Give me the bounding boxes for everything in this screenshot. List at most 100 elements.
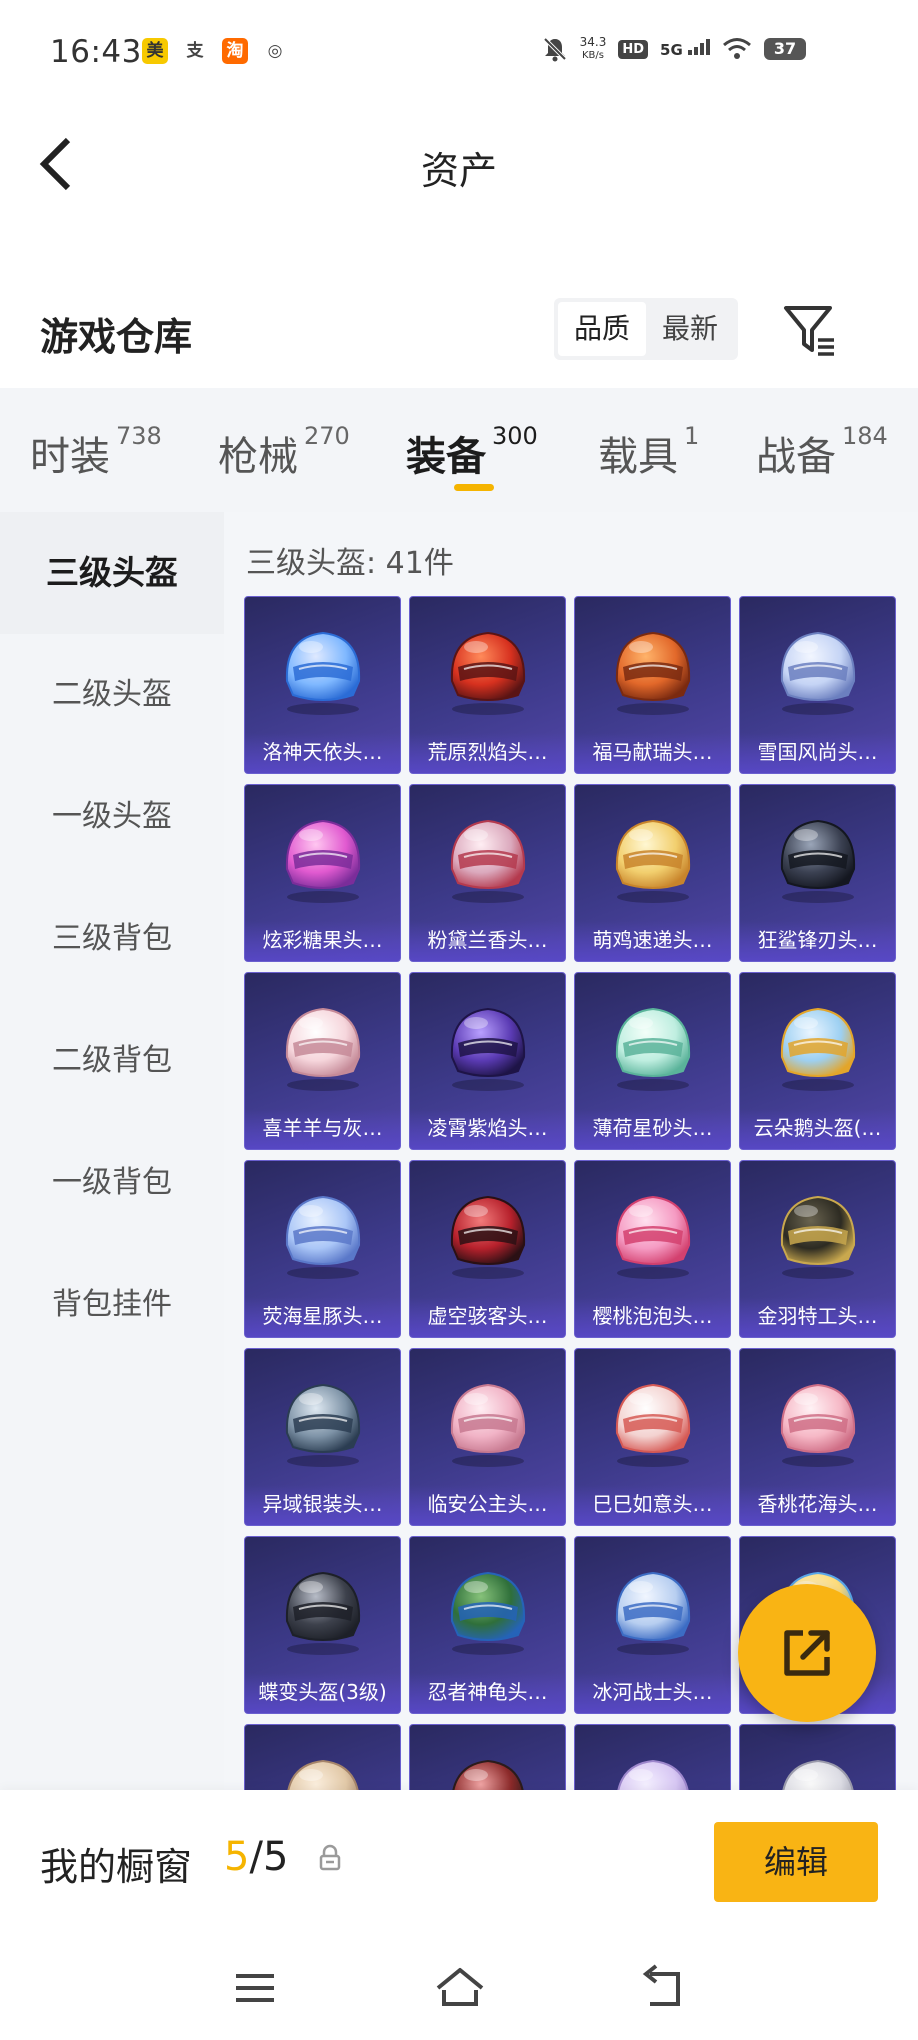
item-name: 凌霄紫焰头… [427, 1116, 548, 1140]
item-name: 粉黛兰香头… [427, 928, 548, 952]
tab-label: 装备 [406, 434, 486, 480]
item-card[interactable]: 粉黛兰香头… [409, 784, 566, 962]
item-card[interactable] [409, 1724, 566, 1790]
showcase-total: 5 [262, 1834, 289, 1880]
item-card[interactable]: 香桃花海头… [739, 1348, 896, 1526]
wifi-icon [723, 38, 751, 59]
helmet-icon [617, 1759, 689, 1790]
helmet-icon [450, 819, 526, 903]
item-card[interactable]: 金羽特工头… [739, 1160, 896, 1338]
app-swirl-icon: ◎ [262, 38, 288, 64]
helmet-icon [285, 631, 361, 715]
sort-quality[interactable]: 品质 [558, 302, 646, 356]
warehouse-title: 游戏仓库 [40, 315, 193, 359]
tab-vehicles[interactable]: 载具 1 [598, 422, 699, 482]
hd-badge: HD [618, 39, 649, 59]
network-label: 5G [660, 41, 683, 59]
item-card[interactable]: 蝶变头盔(3级) [244, 1536, 401, 1714]
sidebar-item-backpack-charm[interactable]: 背包挂件 [0, 1244, 224, 1366]
item-name: 蝶变头盔(3级) [258, 1680, 387, 1704]
signal-icon [688, 39, 710, 55]
item-name: 喜羊羊与灰… [262, 1116, 383, 1140]
showcase-separator: / [249, 1834, 263, 1880]
item-card[interactable]: 洛神天依头… [244, 596, 401, 774]
helmet-icon [615, 1383, 691, 1467]
helmet-icon [287, 1759, 359, 1790]
taobao-icon: 淘 [222, 38, 248, 64]
item-name: 香桃花海头… [757, 1492, 878, 1516]
tab-count: 738 [116, 422, 162, 450]
helmet-icon [782, 1759, 854, 1790]
nav-menu-button[interactable] [228, 1964, 284, 2014]
sidebar-item-level2-helmet[interactable]: 二级头盔 [0, 634, 224, 756]
item-card[interactable]: 巳巳如意头… [574, 1348, 731, 1526]
helmet-icon [780, 819, 856, 903]
item-card[interactable]: 雪国风尚头… [739, 596, 896, 774]
nav-back-button[interactable] [636, 1964, 692, 2014]
item-card[interactable]: 萌鸡速递头… [574, 784, 731, 962]
sidebar-item-level2-backpack[interactable]: 二级背包 [0, 1000, 224, 1122]
item-name: 洛神天依头… [262, 740, 383, 764]
item-card[interactable]: 临安公主头… [409, 1348, 566, 1526]
item-card[interactable]: 虚空骇客头… [409, 1160, 566, 1338]
item-card[interactable]: 狂鲨锋刃头… [739, 784, 896, 962]
item-card[interactable]: 喜羊羊与灰… [244, 972, 401, 1150]
network-type: 5G [660, 39, 710, 59]
helmet-icon [450, 1007, 526, 1091]
nav-home-button[interactable] [432, 1964, 488, 2014]
sort-newest[interactable]: 最新 [646, 302, 734, 356]
tab-count: 270 [304, 422, 350, 450]
item-card[interactable]: 忍者神龟头… [409, 1536, 566, 1714]
item-card[interactable]: 云朵鹅头盔(… [739, 972, 896, 1150]
item-name: 临安公主头… [427, 1492, 548, 1516]
item-card[interactable]: 冰河战士头… [574, 1536, 731, 1714]
tab-weapons[interactable]: 枪械 270 [218, 422, 350, 482]
return-icon [642, 1964, 680, 2006]
share-fab-button[interactable] [738, 1584, 876, 1722]
item-name: 雪国风尚头… [757, 740, 878, 764]
item-card[interactable]: 异域银装头… [244, 1348, 401, 1526]
item-card[interactable]: 凌霄紫焰头… [409, 972, 566, 1150]
tab-count: 300 [492, 422, 538, 450]
sidebar-item-level1-helmet[interactable]: 一级头盔 [0, 756, 224, 878]
filter-icon [784, 306, 834, 356]
sidebar-item-level3-helmet[interactable]: 三级头盔 [0, 512, 224, 634]
sidebar-item-level1-backpack[interactable]: 一级背包 [0, 1122, 224, 1244]
tab-equipment[interactable]: 装备 300 [406, 422, 538, 482]
item-card[interactable] [739, 1724, 896, 1790]
net-speed-unit: KB/s [581, 50, 604, 61]
mute-bell-icon [543, 37, 567, 62]
item-name: 荒原烈焰头… [427, 740, 548, 764]
item-card[interactable]: 薄荷星砂头… [574, 972, 731, 1150]
system-nav-bar [0, 1938, 918, 2040]
item-card[interactable]: 荒原烈焰头… [409, 596, 566, 774]
helmet-icon [780, 1383, 856, 1467]
category-tabs: 时装 738 枪械 270 装备 300 载具 1 战备 184 [0, 388, 918, 512]
sidebar-item-level3-backpack[interactable]: 三级背包 [0, 878, 224, 1000]
status-time: 16:43 [50, 34, 142, 70]
item-name: 云朵鹅头盔(… [753, 1116, 882, 1140]
net-speed-value: 34.3 [579, 35, 607, 49]
showcase-current: 5 [224, 1834, 250, 1880]
item-name: 忍者神龟头… [427, 1680, 548, 1704]
helmet-icon [452, 1759, 524, 1790]
tab-fashion[interactable]: 时装 738 [30, 422, 162, 482]
helmet-icon [285, 1571, 361, 1655]
item-name: 炫彩糖果头… [262, 928, 383, 952]
status-bar: 16:43 美支淘 ◎ 34.3 KB/s HD 5G 37 [0, 0, 918, 106]
item-card[interactable]: 福马献瑞头… [574, 596, 731, 774]
helmet-icon [780, 1007, 856, 1091]
item-card[interactable] [574, 1724, 731, 1790]
tab-supplies[interactable]: 战备 184 [756, 422, 888, 482]
menu-icon [236, 1974, 274, 2002]
edit-button[interactable]: 编辑 [714, 1822, 878, 1902]
status-app-icons: 美支淘 ◎ [142, 38, 288, 64]
filter-button[interactable] [782, 302, 838, 358]
sort-toggle: 品质 最新 [554, 298, 738, 360]
item-name: 冰河战士头… [592, 1680, 713, 1704]
item-name: 虚空骇客头… [427, 1304, 548, 1328]
item-card[interactable]: 炫彩糖果头… [244, 784, 401, 962]
item-card[interactable]: 荧海星豚头… [244, 1160, 401, 1338]
item-card[interactable] [244, 1724, 401, 1790]
item-card[interactable]: 樱桃泡泡头… [574, 1160, 731, 1338]
